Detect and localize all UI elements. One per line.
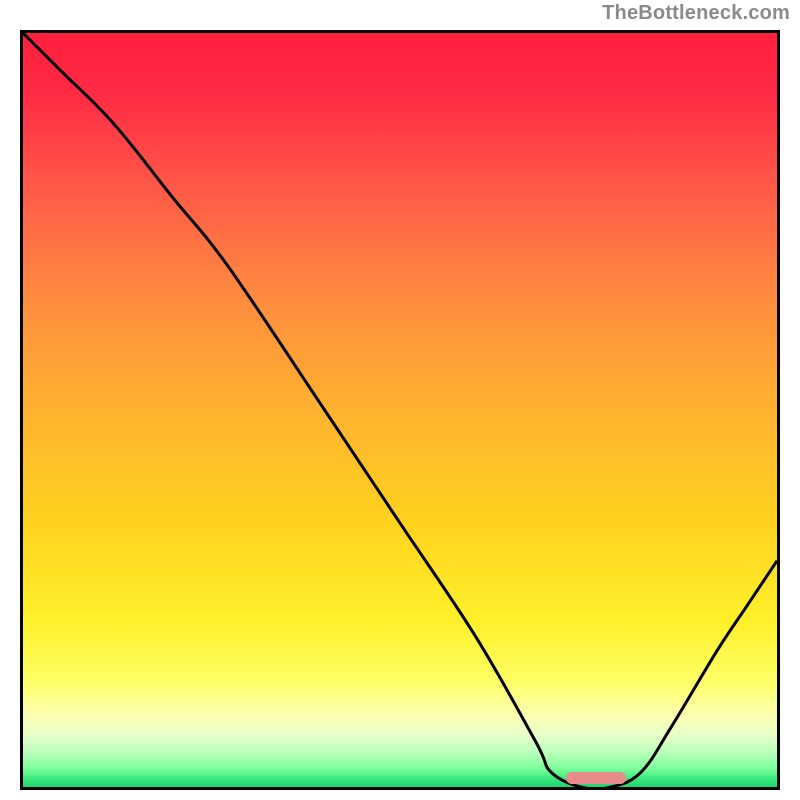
bottleneck-curve [23,33,777,787]
chart-area [20,30,780,790]
optimal-marker [566,772,626,784]
watermark-text: TheBottleneck.com [602,2,790,25]
curve-layer [23,33,777,787]
